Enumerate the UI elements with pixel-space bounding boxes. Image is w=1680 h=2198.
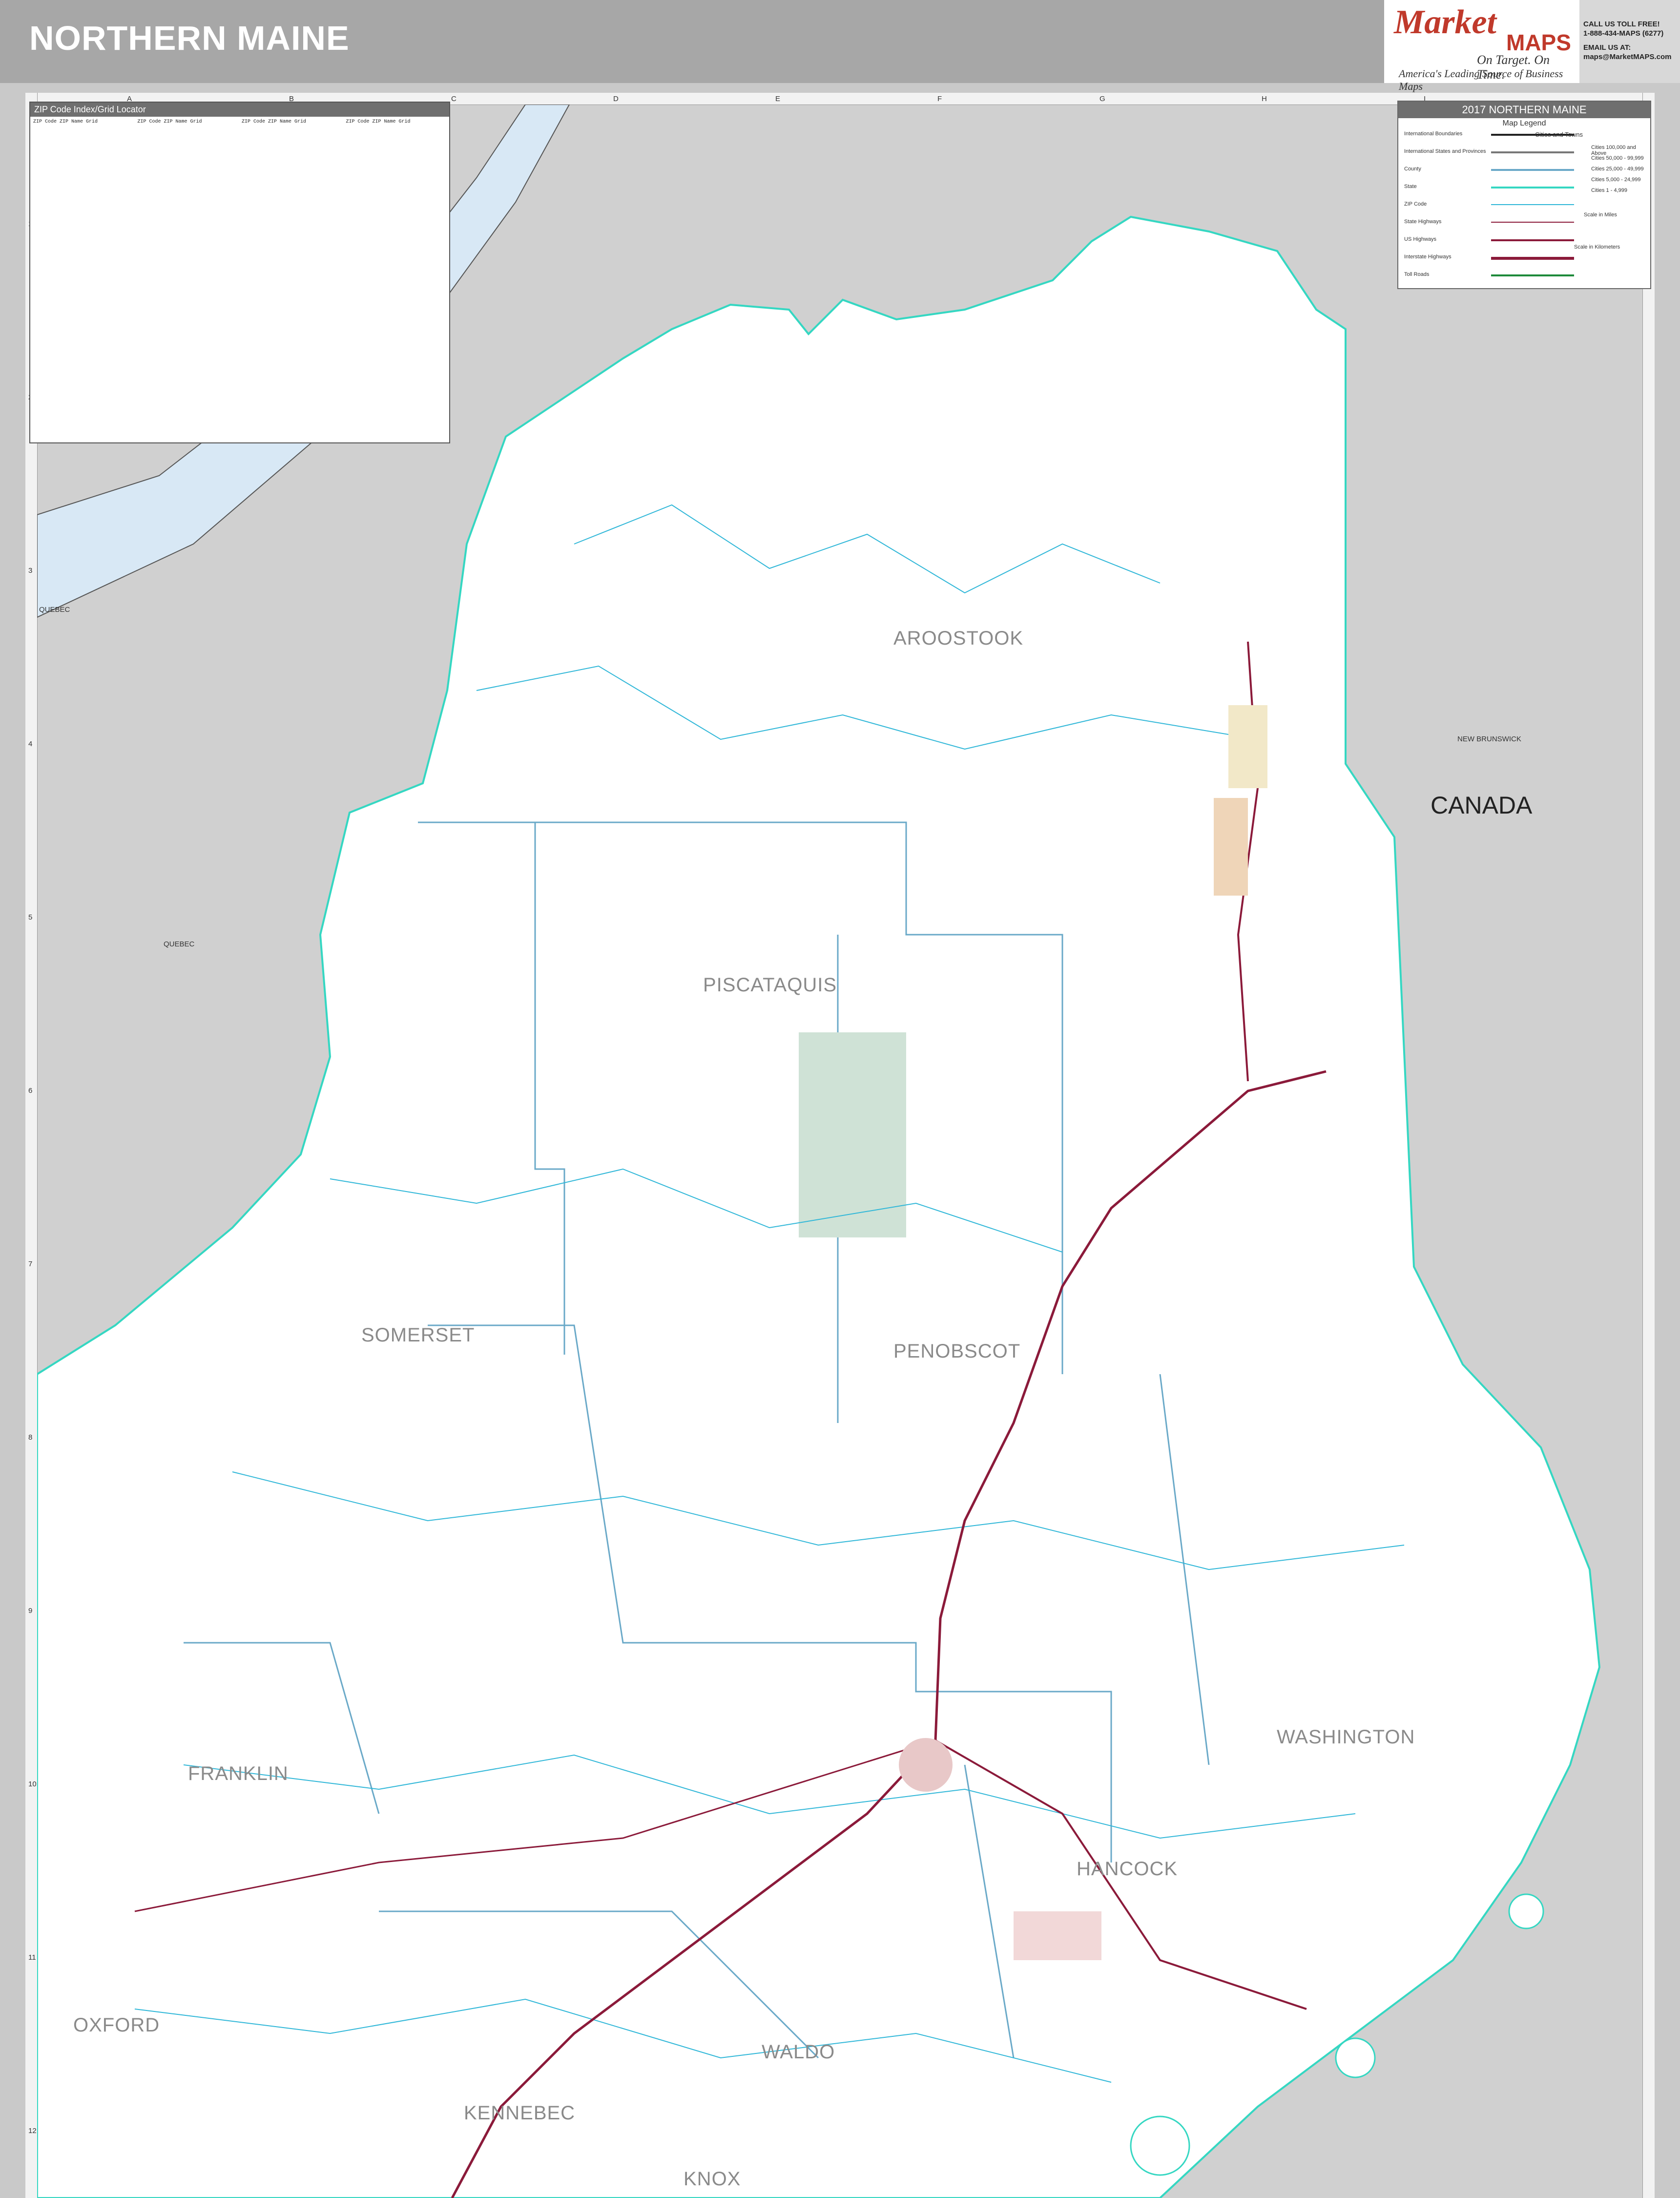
grid-ruler-right — [1642, 93, 1655, 2198]
label-quebec: QUEBEC — [164, 940, 195, 948]
legend-scale-km: Scale in Kilometers — [1574, 244, 1620, 250]
grid-row-label: 6 — [28, 1087, 33, 1095]
county-label-oxford: OXFORD — [73, 2014, 160, 2036]
map-title: NORTHERN MAINE — [29, 19, 350, 57]
grid-row-label: 12 — [28, 2127, 37, 2135]
contact-line2: 1-888-434-MAPS (6277) — [1583, 29, 1664, 38]
zip-index-column: ZIP Code ZIP Name Grid — [137, 119, 202, 125]
legend-item: Interstate Highways — [1404, 254, 1452, 260]
legend-line-zip — [1491, 204, 1574, 205]
county-label-washington: WASHINGTON — [1277, 1726, 1415, 1748]
legend-city-class: Cities 1 - 4,999 — [1591, 188, 1627, 193]
contact-line4: maps@MarketMAPS.com — [1583, 53, 1672, 61]
legend-item: International Boundaries — [1404, 131, 1463, 137]
grid-row-label: 7 — [28, 1260, 33, 1268]
legend-line-us-hwy — [1491, 239, 1574, 241]
grid-col-label: C — [451, 95, 456, 103]
zip-index-column: ZIP Code ZIP Name Grid — [242, 119, 307, 125]
county-label-waldo: WALDO — [762, 2041, 835, 2063]
legend-city-class: Cities 25,000 - 49,999 — [1591, 166, 1644, 172]
legend-line-state-hwy — [1491, 222, 1574, 223]
legend-item: International States and Provinces — [1404, 148, 1486, 154]
county-label-piscataquis: PISCATAQUIS — [703, 974, 837, 996]
legend-line-interstate — [1491, 257, 1574, 260]
market-maps-logo: Market MAPS On Target. On Time. America'… — [1384, 0, 1579, 92]
legend-scale-miles: Scale in Miles — [1584, 212, 1617, 218]
label-canada: CANADA — [1431, 792, 1533, 819]
county-label-knox: KNOX — [684, 2168, 741, 2190]
grid-col-label: E — [775, 95, 781, 103]
grid-row-label: 8 — [28, 1433, 33, 1442]
zip-index-column: ZIP Code ZIP Name Grid — [33, 119, 98, 125]
legend-city-class: Cities 50,000 - 99,999 — [1591, 155, 1644, 161]
ellsworth-area — [1014, 1911, 1101, 1960]
island — [1335, 2037, 1376, 2078]
baxter-park — [799, 1032, 906, 1237]
logo-market: Market — [1394, 3, 1496, 41]
legend-city-class: Cities 5,000 - 24,999 — [1591, 177, 1641, 183]
legend-item: State Highways — [1404, 219, 1442, 225]
bangor-area — [899, 1738, 953, 1792]
legend-cities-title: Cities and Towns — [1535, 131, 1583, 138]
grid-row-label: 11 — [28, 1953, 36, 1962]
legend-subtitle: Map Legend — [1502, 119, 1546, 127]
grid-row-label: 9 — [28, 1607, 33, 1615]
legend-item: US Highways — [1404, 236, 1437, 242]
county-label-aroostook: AROOSTOOK — [893, 628, 1024, 649]
contact-box: CALL US TOLL FREE! 1-888-434-MAPS (6277)… — [1579, 0, 1680, 83]
presque-isle-area — [1228, 705, 1267, 788]
county-label-kennebec: KENNEBEC — [464, 2102, 576, 2124]
zip-index-column: ZIP Code ZIP Name Grid — [346, 119, 411, 125]
grid-row-label: 4 — [28, 740, 33, 748]
logo-maps: MAPS — [1506, 30, 1571, 55]
grid-col-label: H — [1262, 95, 1267, 103]
legend-city-class: Cities 100,000 and Above — [1591, 145, 1636, 156]
contact-line3: EMAIL US AT: — [1583, 43, 1631, 52]
houlton-area — [1214, 798, 1248, 896]
legend-item: Toll Roads — [1404, 272, 1430, 277]
grid-row-label: 5 — [28, 913, 33, 921]
grid-row-label: 3 — [28, 566, 33, 575]
legend-title: 2017 NORTHERN MAINE — [1398, 102, 1650, 118]
label-new-brunswick: NEW BRUNSWICK — [1457, 735, 1521, 743]
legend-line-provinces — [1491, 151, 1574, 153]
county-label-somerset: SOMERSET — [361, 1324, 475, 1346]
contact-line1: CALL US TOLL FREE! — [1583, 20, 1660, 28]
legend-line-toll — [1491, 274, 1574, 276]
label-quebec: QUEBEC — [39, 606, 70, 614]
island — [1508, 1893, 1544, 1929]
county-label-penobscot: PENOBSCOT — [893, 1340, 1021, 1362]
legend-item: State — [1404, 184, 1417, 189]
county-label-hancock: HANCOCK — [1077, 1858, 1178, 1880]
legend-line-county — [1491, 169, 1574, 171]
grid-row-label: 10 — [28, 1780, 37, 1788]
zip-index-grid: ZIP Code ZIP Name Grid ZIP Code ZIP Name… — [30, 117, 449, 128]
map-legend: 2017 NORTHERN MAINE Map Legend Internati… — [1397, 101, 1651, 289]
grid-col-label: D — [613, 95, 619, 103]
logo-subline: America's Leading Source of Business Map… — [1399, 67, 1563, 92]
zip-index-box: ZIP Code Index/Grid Locator ZIP Code ZIP… — [29, 102, 450, 443]
legend-item: ZIP Code — [1404, 201, 1427, 207]
county-label-franklin: FRANKLIN — [188, 1763, 289, 1784]
zip-index-title: ZIP Code Index/Grid Locator — [30, 103, 449, 117]
legend-item: County — [1404, 166, 1421, 172]
legend-line-state — [1491, 187, 1574, 188]
grid-col-label: F — [937, 95, 942, 103]
grid-col-label: G — [1099, 95, 1105, 103]
mount-desert-island — [1130, 2115, 1190, 2176]
